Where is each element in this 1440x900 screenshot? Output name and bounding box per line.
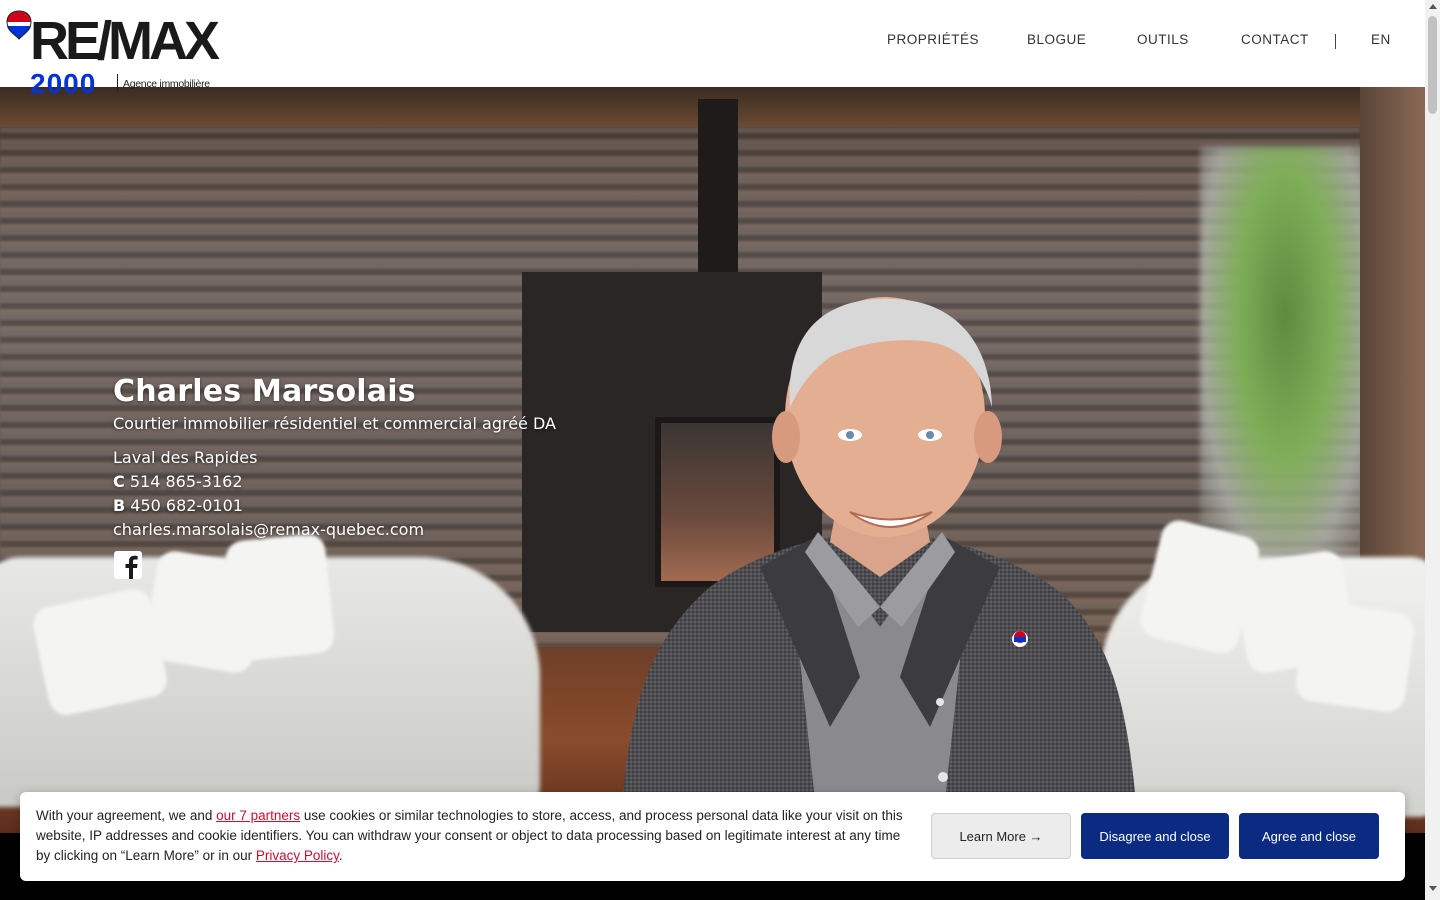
cookie-consent-banner: With your agreement, we and our 7 partne… [20, 792, 1405, 881]
page-scrollbar[interactable] [1425, 0, 1440, 900]
logo-number: 2000 [30, 68, 97, 99]
agent-title: Courtier immobilier résidentiel et comme… [113, 414, 556, 433]
cell-prefix: C [113, 472, 125, 491]
privacy-policy-link[interactable]: Privacy Policy [256, 848, 339, 863]
partners-link[interactable]: our 7 partners [216, 808, 300, 823]
nav-divider [1335, 34, 1336, 49]
cell-number: 514 865-3162 [129, 472, 243, 491]
agent-email[interactable]: charles.marsolais@remax-quebec.com [113, 518, 556, 542]
logo-separator [117, 74, 118, 92]
agent-portrait [620, 297, 1139, 833]
disagree-button[interactable]: Disagree and close [1081, 813, 1229, 859]
agent-office: Laval des Rapides [113, 448, 258, 467]
language-switch[interactable]: EN [1371, 32, 1391, 47]
remax-logo[interactable]: RE/MAX 2000 Agence immobilière [6, 8, 220, 100]
agree-button[interactable]: Agree and close [1239, 813, 1379, 859]
trees-background [1200, 147, 1370, 567]
agent-cell-phone[interactable]: C 514 865-3162 [113, 470, 556, 494]
nav-item-outils[interactable]: OUTILS [1137, 32, 1189, 47]
agent-info: Charles Marsolais Courtier immobilier ré… [113, 375, 556, 584]
agent-office-phone[interactable]: B 450 682-0101 [113, 494, 556, 518]
scroll-thumb[interactable] [1428, 16, 1437, 114]
office-number: 450 682-0101 [130, 496, 243, 515]
nav-item-contact[interactable]: CONTACT [1241, 32, 1309, 47]
scroll-down-arrow-icon[interactable] [1429, 886, 1437, 891]
office-prefix: B [113, 496, 126, 515]
facebook-icon[interactable] [113, 550, 143, 580]
learn-more-button[interactable]: Learn More → [931, 813, 1071, 859]
agent-name: Charles Marsolais [113, 374, 416, 409]
hero-section: Charles Marsolais Courtier immobilier ré… [0, 87, 1425, 833]
cookie-text-start: With your agreement, we and [36, 808, 217, 823]
main-nav: PROPRIÉTÉS BLOGUE OUTILS CONTACT EN [0, 32, 1425, 52]
pillow [1293, 599, 1417, 715]
cookie-message: With your agreement, we and our 7 partne… [36, 806, 906, 866]
nav-item-blogue[interactable]: BLOGUE [1027, 32, 1086, 47]
logo-tagline: Agence immobilière [123, 78, 210, 90]
nav-item-proprietes[interactable]: PROPRIÉTÉS [887, 32, 979, 47]
site-header: RE/MAX 2000 Agence immobilière PROPRIÉTÉ… [0, 0, 1425, 98]
scroll-up-arrow-icon[interactable] [1429, 4, 1437, 9]
cookie-text-end: . [338, 848, 343, 863]
